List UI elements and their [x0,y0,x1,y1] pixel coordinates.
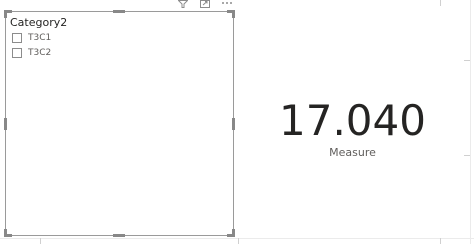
resize-handle-top[interactable] [113,10,125,13]
grid-line [440,0,441,6]
report-canvas: Category2 T3C1 T3C2 17.040 Measure [0,0,474,244]
slicer-item-t3c1[interactable]: T3C1 [12,31,51,45]
resize-handle-bottom-left[interactable] [4,229,7,237]
grid-line [40,238,41,244]
focus-mode-icon[interactable] [200,0,210,11]
resize-handle-bottom[interactable] [113,234,125,237]
card-value: 17.040 [279,96,426,145]
grid-line [470,0,471,244]
slicer-title: Category2 [10,16,68,29]
checkbox[interactable] [12,48,22,58]
slicer-item-t3c2[interactable]: T3C2 [12,46,51,60]
grid-line [0,238,474,239]
slicer-item-label: T3C1 [28,33,52,43]
resize-handle-right[interactable] [232,118,235,130]
grid-line [464,60,470,61]
resize-handle-left[interactable] [4,118,7,130]
resize-handle-top-left[interactable] [4,10,7,18]
resize-handle-bottom-right[interactable] [232,229,235,237]
card-label: Measure [329,146,376,159]
checkbox[interactable] [12,33,22,43]
more-options-icon[interactable] [221,0,233,9]
filter-icon[interactable] [177,0,189,11]
grid-line [440,238,441,244]
resize-handle-top-right[interactable] [232,10,235,18]
grid-line [238,238,239,244]
slicer-item-label: T3C2 [28,48,52,58]
